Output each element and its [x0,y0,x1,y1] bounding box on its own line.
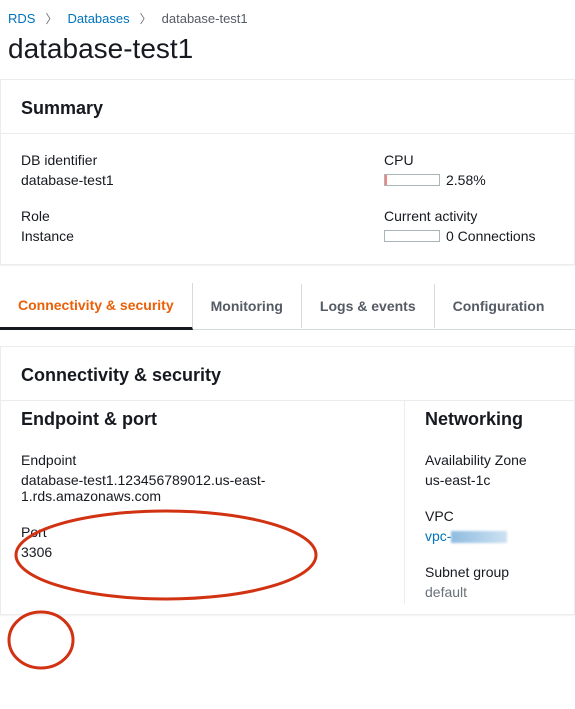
endpoint-port-title: Endpoint & port [21,409,374,430]
breadcrumb-root[interactable]: RDS [8,11,35,26]
vpc-value[interactable]: vpc- [425,528,554,544]
cpu-meter [384,174,440,186]
subnet-value: default [425,584,554,600]
tabs: Connectivity & security Monitoring Logs … [0,283,575,330]
breadcrumb-databases[interactable]: Databases [67,11,129,26]
vpc-label: VPC [425,508,554,524]
activity-value: 0 Connections [446,228,536,244]
role-label: Role [21,208,384,224]
endpoint-label: Endpoint [21,452,374,468]
connectivity-title: Connectivity & security [1,347,574,401]
port-value: 3306 [21,544,374,560]
az-label: Availability Zone [425,452,554,468]
breadcrumb: RDS 〉 Databases 〉 database-test1 [0,0,575,31]
subnet-label: Subnet group [425,564,554,580]
db-identifier-label: DB identifier [21,152,384,168]
endpoint-value: database-test1.123456789012.us-east-1.rd… [21,472,271,504]
networking-title: Networking [425,409,554,430]
cpu-value: 2.58% [446,172,486,188]
breadcrumb-current: database-test1 [162,11,248,26]
summary-title: Summary [1,80,574,134]
az-value: us-east-1c [425,472,554,488]
connectivity-panel: Connectivity & security Endpoint & port … [0,346,575,615]
tab-monitoring[interactable]: Monitoring [193,284,302,328]
tab-logs[interactable]: Logs & events [302,284,435,328]
vpc-link-prefix[interactable]: vpc- [425,528,451,544]
port-label: Port [21,524,374,540]
page-title: database-test1 [0,31,575,79]
activity-meter [384,230,440,242]
tab-connectivity[interactable]: Connectivity & security [0,283,193,330]
summary-panel: Summary DB identifier database-test1 Rol… [0,79,575,265]
chevron-right-icon: 〉 [45,10,57,27]
tab-configuration[interactable]: Configuration [435,284,563,328]
chevron-right-icon: 〉 [140,10,152,27]
db-identifier-value: database-test1 [21,172,384,188]
redacted-blur [451,531,507,543]
role-value: Instance [21,228,384,244]
activity-label: Current activity [384,208,554,224]
cpu-label: CPU [384,152,554,168]
